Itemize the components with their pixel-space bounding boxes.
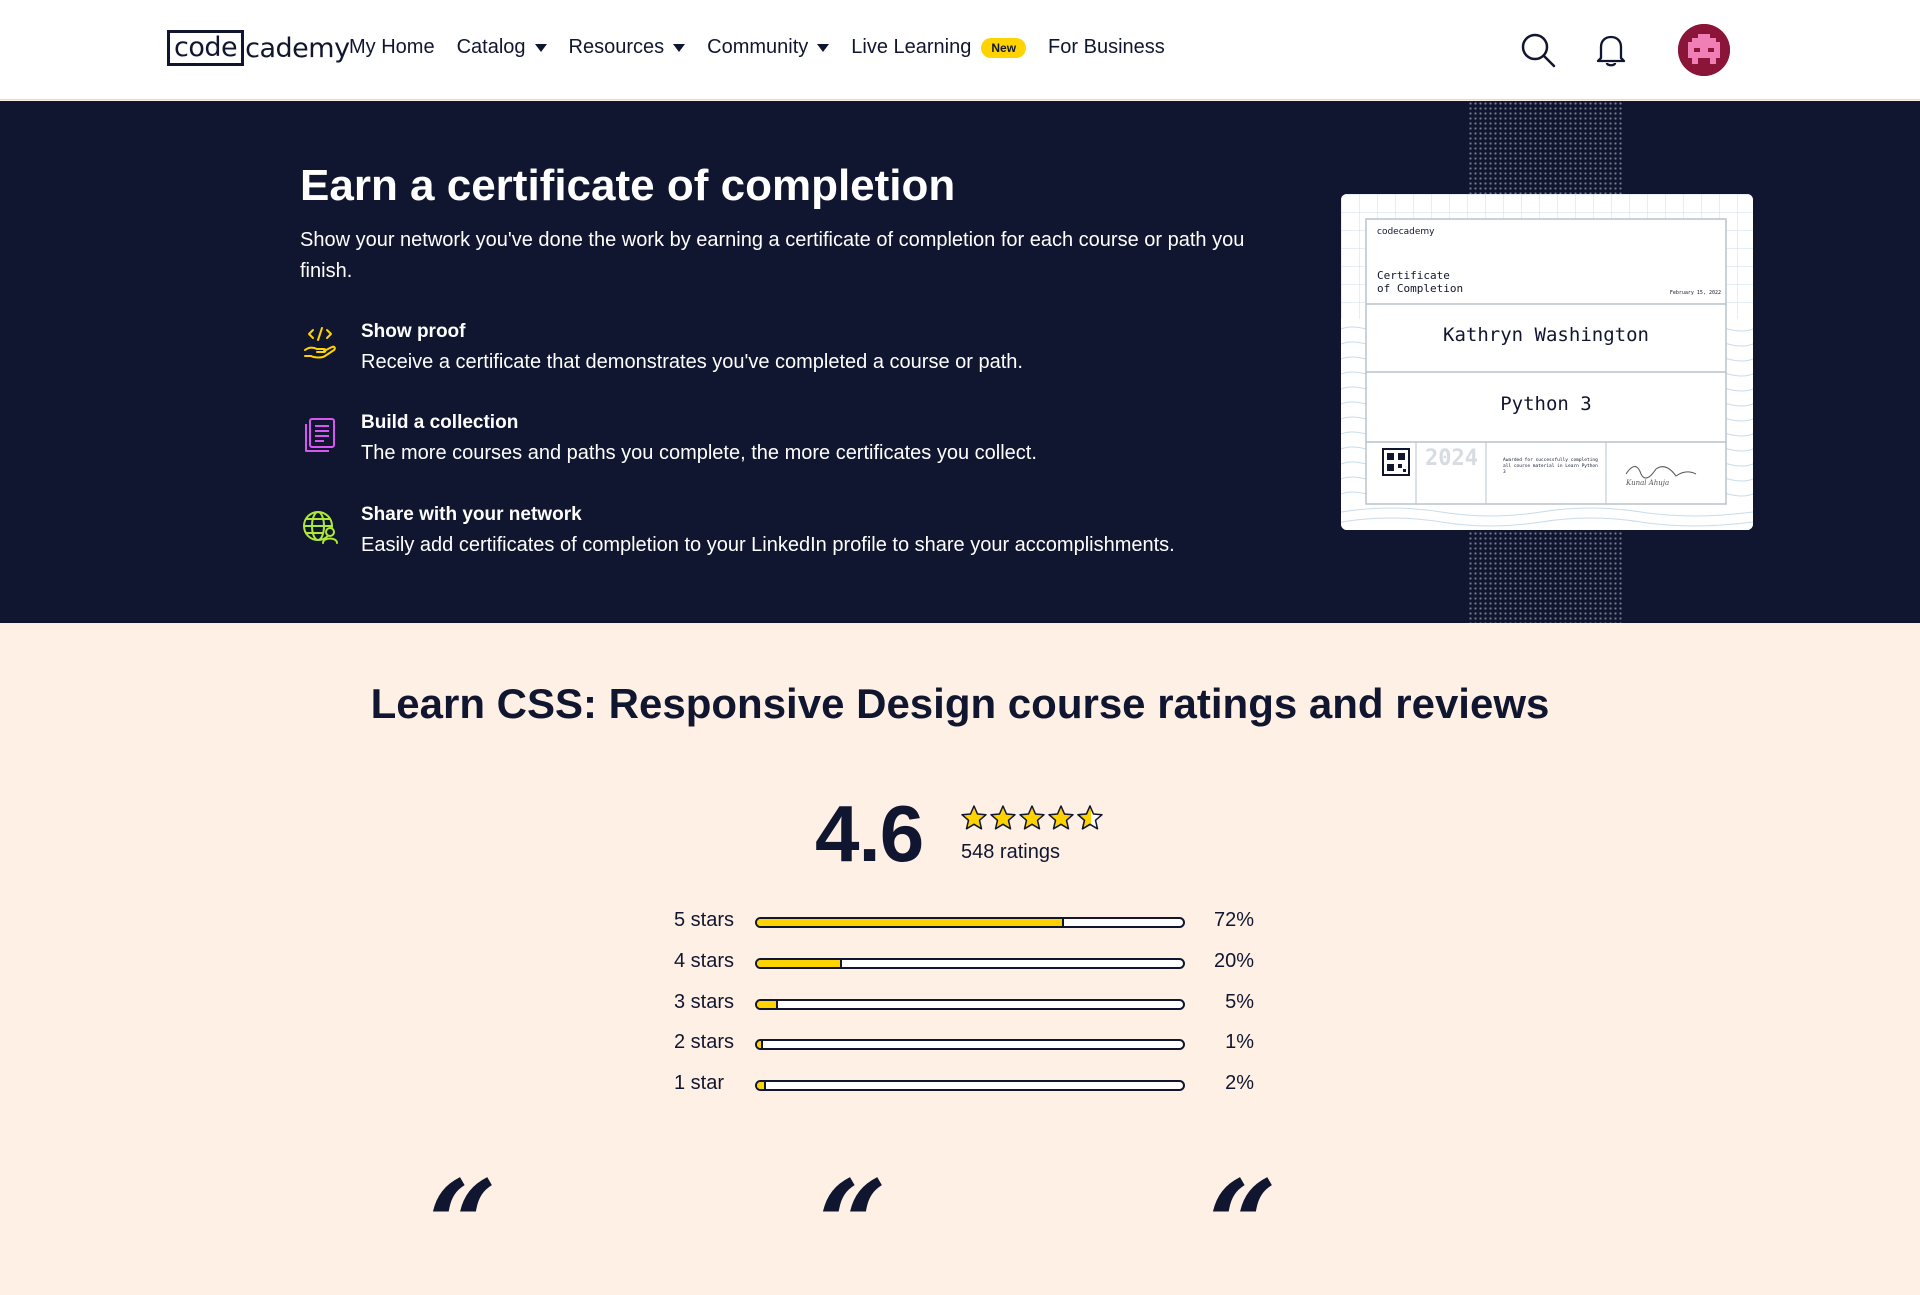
nav-links: My Home Catalog Resources Community Live… [349, 36, 1187, 59]
codecademy-logo[interactable]: code cademy [167, 30, 350, 66]
star-icon [961, 805, 1103, 830]
rating-row-label: 1 star [674, 1072, 725, 1094]
certificate-course: Python 3 [1500, 393, 1592, 415]
top-navigation: code cademy My Home Catalog Resources Com… [0, 0, 1920, 100]
nav-community[interactable]: Community [707, 36, 830, 59]
quote-mark-icon: “ [1208, 1154, 1278, 1295]
certificate-hero: Earn a certificate of completion Show yo… [0, 101, 1920, 623]
certificate-heading: Certificate of Completion [1377, 269, 1463, 295]
rating-row-percent: 2% [1225, 1072, 1254, 1094]
rating-row-percent: 5% [1225, 991, 1254, 1013]
certificate-heading-line1: Certificate [1377, 269, 1450, 282]
rating-row-label: 5 stars [674, 909, 735, 931]
hero-title: Earn a certificate of completion [300, 161, 956, 210]
nav-my-home[interactable]: My Home [349, 36, 435, 59]
feature-description: Receive a certificate that demonstrates … [361, 351, 1023, 373]
rating-row-label: 4 stars [674, 950, 735, 972]
rating-row-label: 2 stars [674, 1031, 735, 1053]
feature-description: Easily add certificates of completion to… [361, 534, 1175, 556]
certificate-preview: codecademy Certificate of Completion Feb… [1341, 194, 1753, 530]
rating-progress-bar [755, 1039, 1185, 1050]
certificate-signature: Kunal Ahuja [1626, 479, 1670, 487]
code-hand-icon [300, 323, 340, 363]
rating-row-percent: 72% [1213, 909, 1254, 931]
nav-label: My Home [349, 36, 435, 58]
caret-down-icon [534, 43, 547, 52]
rating-progress-fill [757, 960, 843, 967]
nav-label: Live Learning [851, 36, 972, 58]
globe-person-icon [300, 506, 340, 546]
caret-down-icon [673, 43, 686, 52]
certificate-date: February 15, 2022 [1669, 290, 1721, 296]
nav-label: Community [707, 36, 809, 58]
rating-progress-bar [755, 917, 1185, 928]
new-badge: New [981, 37, 1027, 58]
logo-text: cademy [245, 32, 350, 64]
nav-for-business[interactable]: For Business [1048, 36, 1165, 59]
nav-label: Resources [568, 36, 665, 58]
average-score: 4.6 [815, 789, 924, 878]
rating-progress-fill [757, 1001, 779, 1008]
bell-icon[interactable] [1595, 32, 1627, 73]
rating-row: 2 stars 1% [674, 1029, 1254, 1059]
rating-progress-bar [755, 1080, 1185, 1091]
certificate-year: 2024 [1425, 446, 1478, 471]
user-avatar[interactable] [1678, 24, 1730, 76]
feature-title: Build a collection [361, 412, 519, 433]
rating-progress-fill [757, 1082, 766, 1089]
rating-row-label: 3 stars [674, 991, 735, 1013]
certificate-awarded-text: Awarded for successfully completing all … [1503, 458, 1598, 475]
star-rating [961, 803, 1103, 833]
certificate-recipient: Kathryn Washington [1443, 324, 1649, 346]
rating-row: 5 stars 72% [674, 907, 1254, 937]
quote-mark-icon: “ [818, 1154, 888, 1295]
rating-row: 3 stars 5% [674, 989, 1254, 1019]
certificate-heading-line2: of Completion [1377, 282, 1464, 295]
document-stack-icon [300, 414, 340, 454]
feature-title: Share with your network [361, 504, 582, 525]
feature-description: The more courses and paths you complete,… [361, 442, 1037, 464]
rating-progress-bar [755, 999, 1185, 1010]
rating-row-percent: 20% [1213, 950, 1254, 972]
feature-title: Show proof [361, 321, 466, 342]
hero-description: Show your network you've done the work b… [300, 229, 1245, 282]
nav-resources[interactable]: Resources [569, 36, 686, 59]
rating-progress-fill [757, 919, 1064, 926]
nav-live-learning[interactable]: Live Learning New [851, 36, 1027, 59]
nav-catalog[interactable]: Catalog [457, 36, 547, 59]
quote-mark-icon: “ [428, 1154, 498, 1295]
nav-label: Catalog [456, 36, 526, 58]
rating-row: 4 stars 20% [674, 948, 1254, 978]
rating-progress-bar [755, 958, 1185, 969]
rating-count: 548 ratings [961, 841, 1060, 863]
ratings-title: Learn CSS: Responsive Design course rati… [370, 680, 1550, 727]
rating-progress-fill [757, 1041, 764, 1048]
rating-row-percent: 1% [1225, 1031, 1254, 1053]
nav-label: For Business [1048, 36, 1165, 58]
rating-row: 1 star 2% [674, 1070, 1254, 1100]
certificate-logo: codecademy [1377, 227, 1435, 237]
caret-down-icon [817, 43, 830, 52]
search-icon[interactable] [1520, 32, 1556, 73]
logo-box: code [167, 30, 245, 66]
